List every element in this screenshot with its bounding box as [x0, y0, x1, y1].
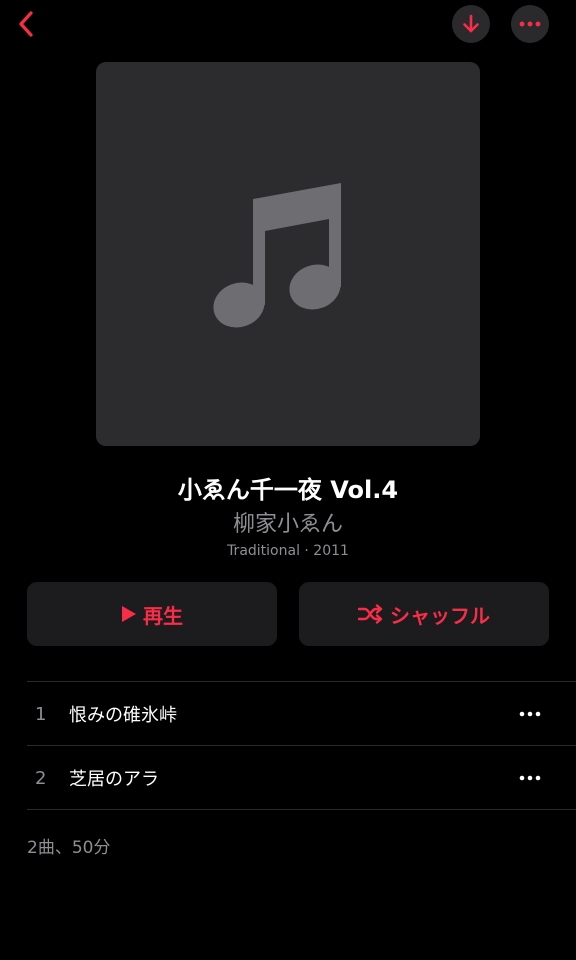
track-number: 2: [35, 767, 47, 789]
track-row[interactable]: 2 芝居のアラ: [27, 747, 576, 809]
album-artwork: [96, 62, 480, 446]
arrow-down-icon: [463, 14, 479, 33]
ellipsis-icon: [519, 21, 541, 27]
divider: [27, 809, 576, 810]
shuffle-button[interactable]: シャッフル: [299, 582, 549, 646]
download-button[interactable]: [452, 5, 490, 43]
album-title: 小ゑん千一夜 Vol.4: [177, 476, 399, 504]
album-meta: Traditional · 2011: [227, 543, 349, 559]
back-button[interactable]: [10, 6, 42, 42]
play-label: 再生: [143, 603, 183, 628]
track-row[interactable]: 1 恨みの碓氷峠: [27, 683, 576, 745]
shuffle-label: シャッフル: [390, 603, 490, 628]
album-summary: 2曲、50分: [27, 838, 111, 858]
chevron-left-icon: [19, 11, 33, 37]
play-icon: [122, 606, 136, 622]
track-more-button[interactable]: [510, 758, 550, 798]
more-options-button[interactable]: [511, 5, 549, 43]
ellipsis-icon: [519, 775, 541, 781]
music-note-icon: [213, 183, 341, 328]
track-number: 1: [35, 703, 47, 725]
top-bar: [0, 0, 576, 48]
divider: [27, 745, 576, 746]
artist-name[interactable]: 柳家小ゑん: [0, 506, 576, 538]
track-title: 芝居のアラ: [69, 769, 159, 790]
track-title: 恨みの碓氷峠: [69, 705, 177, 726]
divider: [27, 681, 576, 682]
shuffle-icon: [358, 604, 383, 624]
ellipsis-icon: [519, 711, 541, 717]
track-more-button[interactable]: [510, 694, 550, 734]
play-button[interactable]: 再生: [27, 582, 277, 646]
